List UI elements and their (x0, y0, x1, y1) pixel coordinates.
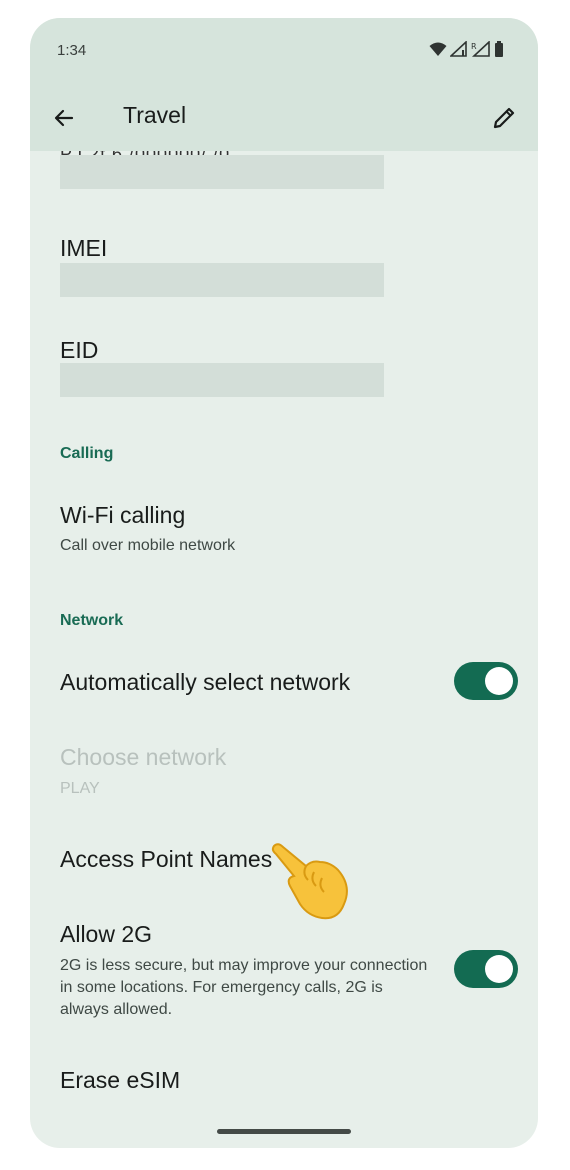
settings-list[interactable]: PJ 2f 6 /000000/ /0 IMEI EID Calling Wi-… (30, 18, 538, 1148)
allow-2g-title: Allow 2G (60, 921, 153, 947)
toggle-knob (485, 667, 513, 695)
access-point-names-title: Access Point Names (60, 846, 273, 872)
wifi-calling-summary: Call over mobile network (60, 537, 236, 554)
allow-2g-summary: 2G is less secure, but may improve your … (60, 957, 428, 1018)
allow-2g-toggle[interactable] (454, 950, 518, 988)
wifi-calling-title: Wi-Fi calling (60, 502, 186, 528)
phone-screen: PJ 2f 6 /000000/ /0 IMEI EID Calling Wi-… (30, 18, 538, 1148)
top-app-bar: 1:34 R Travel (30, 18, 538, 151)
back-button[interactable] (44, 98, 84, 138)
signal-icon (450, 41, 467, 57)
imei-label: IMEI (60, 235, 108, 261)
gesture-navigation-handle[interactable] (217, 1129, 351, 1134)
eid-redacted-value (60, 363, 384, 397)
edit-button[interactable] (484, 98, 524, 138)
wifi-icon (429, 42, 447, 56)
imei-redacted-value (60, 263, 384, 297)
roaming-signal-icon: R (471, 41, 490, 57)
status-icons: R (429, 40, 504, 58)
toggle-knob (485, 955, 513, 983)
erase-esim-title: Erase eSIM (60, 1067, 181, 1093)
page-title: Travel (123, 102, 187, 128)
choose-network-summary: PLAY (60, 780, 100, 797)
redacted-value (60, 155, 384, 189)
edit-pencil-icon (493, 107, 515, 129)
choose-network-title: Choose network (60, 744, 227, 770)
auto-select-network-title: Automatically select network (60, 669, 351, 695)
eid-label: EID (60, 337, 99, 363)
svg-text:R: R (471, 42, 477, 51)
battery-icon (495, 41, 503, 57)
back-arrow-icon (54, 109, 74, 127)
status-time: 1:34 (57, 42, 87, 59)
pointing-hand-icon (271, 843, 348, 920)
calling-section-header: Calling (60, 445, 114, 462)
network-section-header: Network (60, 612, 124, 629)
auto-select-network-toggle[interactable] (454, 662, 518, 700)
